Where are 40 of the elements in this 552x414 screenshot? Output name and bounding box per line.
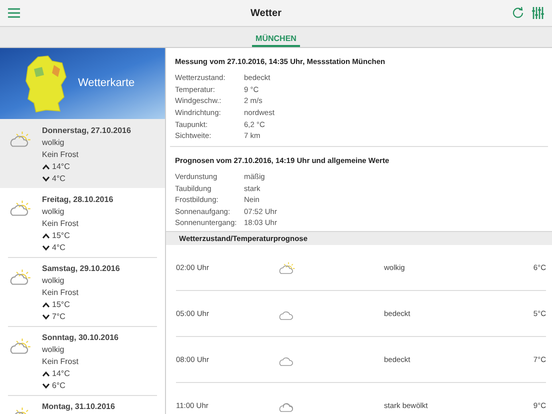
menu-icon <box>8 8 20 18</box>
day-date: Sonntag, 30.10.2016 <box>42 332 118 344</box>
frost-label: Kein Frost <box>42 287 80 299</box>
chevron-up-icon <box>42 302 50 308</box>
day-condition: wolkig <box>42 275 66 287</box>
chevron-down-icon <box>42 383 50 389</box>
frost-label: Kein Frost <box>42 356 80 368</box>
low-temperature: 6°C <box>52 380 66 392</box>
day-condition: wolkig <box>42 206 66 218</box>
high-temperature: 14°C <box>52 161 70 173</box>
refresh-button[interactable] <box>512 7 524 19</box>
chevron-down-icon <box>42 314 50 320</box>
low-temperature: 4°C <box>52 173 66 185</box>
banner-label: Wetterkarte <box>78 76 135 92</box>
day-date: Donnerstag, 27.10.2016 <box>42 125 131 137</box>
menu-button[interactable] <box>8 8 20 18</box>
sliders-icon <box>532 7 544 19</box>
map-drawing <box>24 54 68 112</box>
refresh-icon <box>512 7 524 19</box>
frost-label: Kein Frost <box>42 218 80 230</box>
chevron-up-icon <box>42 164 50 170</box>
chevron-down-icon <box>42 176 50 182</box>
chevron-up-icon <box>42 371 50 377</box>
day-item[interactable]: Donnerstag, 27.10.2016 wolkig Kein Frost 14°C 4°C <box>0 119 165 188</box>
high-temperature: 14°C <box>52 368 70 380</box>
weather-map-banner[interactable]: Wetterkarte <box>0 48 165 119</box>
settings-button[interactable] <box>532 7 544 19</box>
chevron-down-icon <box>42 245 50 251</box>
day-date: Montag, 31.10.2016 <box>42 401 115 413</box>
chevron-up-icon <box>42 233 50 239</box>
low-temperature: 4°C <box>52 242 66 254</box>
day-condition: wolkig <box>42 344 66 356</box>
day-date: Freitag, 28.10.2016 <box>42 194 114 206</box>
day-condition: wolkig <box>42 137 66 149</box>
high-temperature: 15°C <box>52 299 70 311</box>
high-temperature: 15°C <box>52 230 70 242</box>
frost-label: Kein Frost <box>42 149 80 161</box>
window-title: Wetter <box>250 6 282 20</box>
low-temperature: 7°C <box>52 311 66 323</box>
day-date: Samstag, 29.10.2016 <box>42 263 120 275</box>
